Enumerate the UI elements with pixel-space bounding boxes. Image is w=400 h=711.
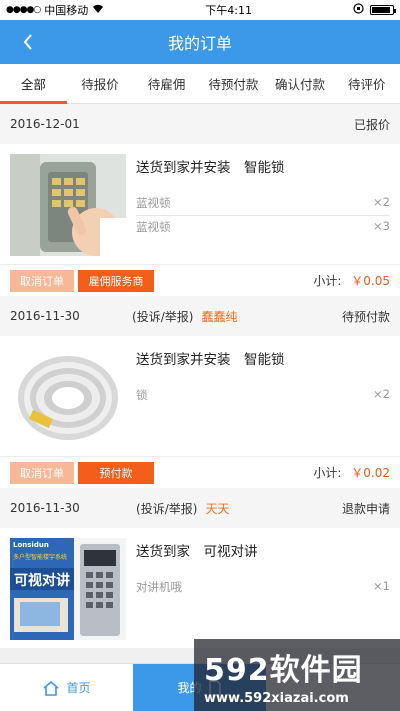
wifi-icon <box>92 4 104 17</box>
watermark: 592软件园 www.592xiazai.com <box>194 639 400 711</box>
order-header: 2016-11-30 (投诉/举报) 蠢蠢纯 待预付款 <box>0 296 400 336</box>
carrier-label: 中国移动 <box>44 4 89 17</box>
signal-icon: ●●●●○ <box>6 5 41 15</box>
subtotal-price: ￥0.02 <box>351 466 390 480</box>
order-status: 待预付款 <box>341 309 390 324</box>
order-date: 2016-12-01 <box>10 117 80 131</box>
order-status: 退款申请 <box>341 501 390 516</box>
product-info: 送货到家 可视对讲 对讲机哦 ×1 <box>136 538 390 640</box>
tab-pending-quote[interactable]: 待报价 <box>67 64 134 103</box>
status-time: 下午4:11 <box>205 4 252 17</box>
complain-link[interactable]: (投诉/举报) <box>136 500 197 517</box>
product-info: 送货到家并安装 智能锁 锁 ×2 <box>136 346 390 448</box>
battery-icon <box>370 5 396 15</box>
sku-name: 蓝视顿 <box>136 220 171 234</box>
order-footer: 取消订单 预付款 小计: ￥0.02 <box>0 456 400 488</box>
order-tabs: 全部 待报价 待雇佣 待预付款 确认付款 待评价 <box>0 64 400 104</box>
nav-bar: 我的订单 <box>0 20 400 64</box>
hire-provider-button[interactable]: 雇佣服务商 <box>78 269 154 292</box>
tab-pending-hire[interactable]: 待雇佣 <box>133 64 200 103</box>
sku-qty: ×2 <box>373 387 390 401</box>
back-button[interactable] <box>14 28 42 56</box>
tab-home-label: 首页 <box>66 681 91 695</box>
order-product[interactable]: 送货到家并安装 智能锁 锁 ×2 <box>0 336 400 456</box>
sku-qty: ×2 <box>373 195 390 209</box>
order-header: 2016-12-01 已报价 <box>0 104 400 144</box>
watermark-url: www.592xiazai.com <box>204 690 349 706</box>
cancel-order-button[interactable]: 取消订单 <box>10 461 74 484</box>
product-title: 送货到家并安装 智能锁 <box>136 352 285 368</box>
sku-qty: ×3 <box>373 219 390 233</box>
subtotal-label: 小计: <box>313 466 342 480</box>
product-image-headline: 可视对讲 <box>14 573 70 589</box>
order-header: 2016-11-30 (投诉/举报) 天天 退款申请 <box>0 488 400 528</box>
order-product[interactable]: Lonsidun 多户型智能楼宇系统 可视对讲 送货到家 可视对讲 对讲机哦 ×… <box>0 528 400 648</box>
product-image <box>10 346 126 448</box>
order-product[interactable]: 送货到家并安装 智能锁 蓝视顿 ×2 蓝视顿 ×3 <box>0 144 400 264</box>
sku-row: 蓝视顿 ×2 <box>136 192 390 216</box>
status-left: ●●●●○ 中国移动 <box>6 2 104 18</box>
product-title: 送货到家 可视对讲 <box>136 544 258 560</box>
watermark-logo: 592软件园 <box>204 652 363 688</box>
sku-name: 锁 <box>136 388 148 402</box>
tab-all[interactable]: 全部 <box>0 64 67 104</box>
subtotal: 小计: ￥0.05 <box>313 272 390 289</box>
seller-name[interactable]: 蠢蠢纯 <box>201 308 237 325</box>
seller-name[interactable]: 天天 <box>205 500 229 517</box>
product-image <box>10 154 126 256</box>
order-status: 已报价 <box>353 117 390 132</box>
home-icon <box>43 680 60 696</box>
sku-name: 对讲机哦 <box>136 580 182 594</box>
product-info: 送货到家并安装 智能锁 蓝视顿 ×2 蓝视顿 ×3 <box>136 154 390 256</box>
tab-home[interactable]: 首页 <box>0 664 133 711</box>
cancel-order-button[interactable]: 取消订单 <box>10 269 74 292</box>
sku-name: 蓝视顿 <box>136 196 171 210</box>
order-date: 2016-11-30 <box>10 309 80 323</box>
subtotal-price: ￥0.05 <box>351 274 390 288</box>
status-right <box>353 3 396 17</box>
prepay-button[interactable]: 预付款 <box>78 461 154 484</box>
product-image: Lonsidun 多户型智能楼宇系统 可视对讲 <box>10 538 126 640</box>
sku-row: 蓝视顿 ×3 <box>136 216 390 239</box>
tab-pending-prepay[interactable]: 待预付款 <box>200 64 267 103</box>
page-title: 我的订单 <box>167 34 232 53</box>
product-image-brand: Lonsidun <box>13 541 49 549</box>
tab-confirm-payment[interactable]: 确认付款 <box>267 64 334 103</box>
chevron-left-icon <box>23 34 32 50</box>
order-footer: 取消订单 雇佣服务商 小计: ￥0.05 <box>0 264 400 296</box>
tab-pending-review[interactable]: 待评价 <box>333 64 400 103</box>
subtotal: 小计: ￥0.02 <box>313 464 390 481</box>
subtotal-label: 小计: <box>313 274 342 288</box>
orientation-lock-icon <box>353 3 364 17</box>
complain-link[interactable]: (投诉/举报) <box>132 308 193 325</box>
sku-row: 锁 ×2 <box>136 384 390 407</box>
sku-qty: ×1 <box>373 579 390 593</box>
product-image-sub: 多户型智能楼宇系统 <box>13 554 68 561</box>
sku-row: 对讲机哦 ×1 <box>136 576 390 599</box>
status-bar: ●●●●○ 中国移动 下午4:11 <box>0 0 400 20</box>
order-date: 2016-11-30 <box>10 501 80 515</box>
product-title: 送货到家并安装 智能锁 <box>136 160 285 176</box>
